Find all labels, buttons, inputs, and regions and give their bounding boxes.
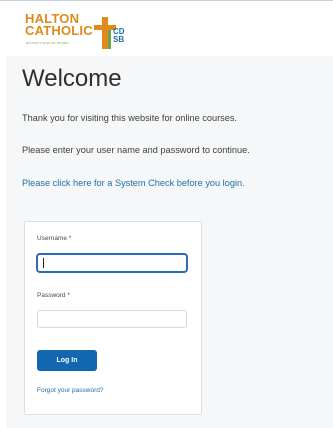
logo-subtitle: DISTRICT SCHOOL BOARD: [26, 41, 69, 45]
logo-cdsb: CD SB: [113, 28, 125, 44]
logo-sb: SB: [113, 35, 125, 44]
password-label: Password *: [37, 292, 70, 299]
instruction-text: Please enter your user name and password…: [22, 145, 250, 155]
halton-catholic-logo[interactable]: HALTON CATHOLIC DISTRICT SCHOOL BOARD CD…: [25, 12, 137, 53]
page-title: Welcome: [22, 65, 122, 92]
forgot-password-link[interactable]: Forgot your password?: [37, 387, 103, 394]
main-content: Welcome Thank you for visiting this webs…: [6, 56, 333, 428]
system-check-link[interactable]: Please click here for a System Check bef…: [22, 178, 245, 188]
log-in-button[interactable]: Log In: [37, 350, 97, 371]
login-form: Username * Password * Log In Forgot your…: [24, 221, 202, 415]
logo-wordmark: HALTON CATHOLIC: [25, 12, 93, 38]
text-cursor: [43, 258, 44, 268]
username-input[interactable]: [37, 254, 187, 272]
logo-line-2: CATHOLIC: [25, 23, 93, 38]
intro-text: Thank you for visiting this website for …: [22, 113, 237, 123]
password-input[interactable]: [37, 310, 187, 328]
site-header: HALTON CATHOLIC DISTRICT SCHOOL BOARD CD…: [0, 0, 333, 57]
username-label: Username *: [37, 235, 72, 242]
